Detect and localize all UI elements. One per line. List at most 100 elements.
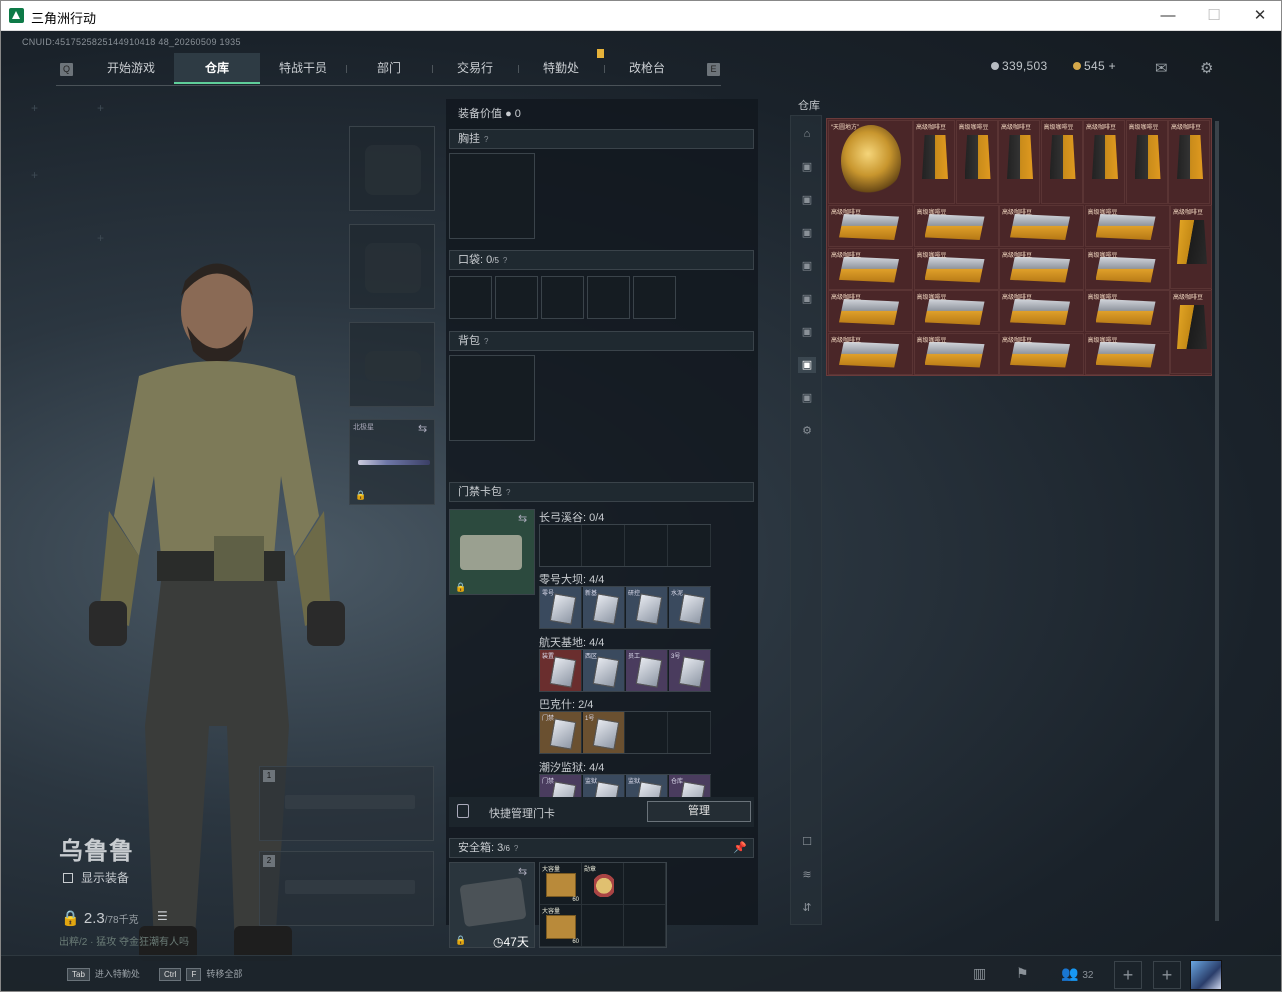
flag-icon[interactable]: ⚑ [1016, 965, 1029, 982]
warehouse-item-box[interactable]: 高级咖啡豆 [1084, 332, 1170, 375]
keycard[interactable]: 西区 [583, 650, 625, 691]
keycard[interactable]: 1号 [583, 712, 625, 753]
warehouse-item-box[interactable]: 高级咖啡豆 [999, 205, 1084, 247]
chest-rig-slot[interactable] [449, 153, 535, 239]
warehouse-item-box[interactable]: 高级咖啡豆 [828, 205, 913, 247]
warehouse-item-box[interactable]: 高级咖啡豆 [999, 332, 1084, 375]
keycard[interactable]: 装置 [540, 650, 582, 691]
list-icon[interactable]: ☰ [157, 909, 168, 923]
filter-tab-icon[interactable]: ▣ [798, 192, 816, 208]
maximize-button[interactable]: ☐ [1191, 1, 1237, 31]
keycard[interactable]: 新基 [583, 587, 625, 628]
safebox-item[interactable]: 勋章 [582, 863, 624, 905]
filter-tab-icon[interactable]: ▣ [798, 291, 816, 307]
enter-special-ops-hint[interactable]: Tab 进入特勤处 [67, 967, 140, 981]
warehouse-item-gyroscope[interactable]: “天圆地方” [828, 120, 913, 204]
warehouse-item-box[interactable]: 高级咖啡豆 [1084, 247, 1170, 290]
warehouse-item-box[interactable]: 高级咖啡豆 [1084, 290, 1170, 332]
settings-gear-icon[interactable]: ⚙ [798, 423, 816, 439]
melee-slot[interactable]: 北极星 ⇆ 🔒 [349, 419, 435, 505]
helmet-slot[interactable] [349, 126, 435, 211]
warehouse-item-coffee[interactable]: 高级咖啡豆 [1170, 290, 1212, 374]
cardcase-slot[interactable]: ⇆ 🔒 [449, 509, 535, 595]
keycard[interactable]: 研控 [626, 587, 668, 628]
safebox-empty-slot[interactable] [624, 863, 666, 905]
help-icon[interactable]: ? [506, 488, 510, 497]
settings-gear-icon[interactable]: ⚙ [1200, 59, 1213, 77]
stats-icon[interactable]: ▥ [973, 965, 986, 982]
mail-icon[interactable]: ✉ [1155, 59, 1168, 77]
filter-tab-icon[interactable]: ▣ [798, 159, 816, 175]
keycard[interactable]: 员工 [626, 650, 668, 691]
add-teammate-button[interactable]: + [1153, 961, 1181, 989]
tab-gunsmith[interactable]: 改枪台 [604, 53, 690, 84]
warehouse-item-box[interactable]: 高级咖啡豆 [828, 332, 913, 375]
pocket-slot[interactable] [633, 276, 676, 319]
keycard[interactable]: 零号 [540, 587, 582, 628]
checkbox[interactable] [63, 873, 73, 883]
tab-market[interactable]: 交易行 [432, 53, 518, 84]
warehouse-item-coffee[interactable]: 高级咖啡豆 [1040, 120, 1083, 204]
safebox-empty-slot[interactable] [624, 905, 666, 947]
keycard[interactable]: 3号 [669, 650, 711, 691]
empty-card-slot[interactable] [626, 525, 668, 566]
pin-icon[interactable]: 📌 [733, 839, 747, 857]
filter-tab-active-icon[interactable]: ▣ [798, 357, 816, 373]
primary-weapon-slot-2[interactable]: 2 [259, 851, 434, 926]
warehouse-item-coffee[interactable]: 高级咖啡豆 [1083, 120, 1125, 204]
warehouse-item-coffee[interactable]: 高级咖啡豆 [998, 120, 1040, 204]
pistol-slot[interactable] [349, 322, 435, 407]
nav-next-key-icon[interactable]: E [707, 63, 720, 76]
warehouse-item-box[interactable]: 高级咖啡豆 [828, 247, 913, 290]
add-currency-button[interactable]: + [1109, 59, 1116, 73]
help-icon[interactable]: ? [514, 844, 518, 853]
warehouse-item-box[interactable]: 高级咖啡豆 [913, 290, 999, 332]
warehouse-item-box[interactable]: 高级咖啡豆 [913, 205, 999, 247]
avatar[interactable] [1190, 960, 1222, 990]
pocket-slot[interactable] [541, 276, 584, 319]
empty-card-slot[interactable] [669, 525, 711, 566]
empty-card-slot[interactable] [626, 712, 668, 753]
warehouse-item-coffee[interactable]: 高级咖啡豆 [955, 120, 998, 204]
filter-tab-icon[interactable]: ▣ [798, 390, 816, 406]
filter-tab-icon[interactable]: ▣ [798, 324, 816, 340]
filter-tab-icon[interactable]: ▣ [798, 225, 816, 241]
safebox-slot[interactable]: ⇆ 🔒 ◷47天 [449, 862, 535, 949]
pocket-slot[interactable] [449, 276, 492, 319]
help-icon[interactable]: ? [484, 337, 488, 346]
tab-operators[interactable]: 特战干员 [260, 53, 346, 84]
tab-start-game[interactable]: 开始游戏 [88, 53, 174, 84]
tab-department[interactable]: 部门 [346, 53, 432, 84]
safebox-empty-slot[interactable] [582, 905, 624, 947]
help-icon[interactable]: ? [484, 135, 488, 144]
add-teammate-button[interactable]: + [1114, 961, 1142, 989]
sort-icon[interactable]: ⇵ [798, 900, 816, 916]
close-button[interactable]: ✕ [1237, 1, 1281, 31]
warehouse-item-box[interactable]: 高级咖啡豆 [1084, 205, 1170, 247]
pocket-slot[interactable] [587, 276, 630, 319]
swap-icon[interactable]: ⇆ [518, 512, 527, 525]
warehouse-item-coffee[interactable]: 高级咖啡豆 [1168, 120, 1210, 204]
warehouse-item-coffee[interactable]: 高级咖啡豆 [1170, 205, 1212, 289]
pocket-slot[interactable] [495, 276, 538, 319]
keycard[interactable]: 水泥 [669, 587, 711, 628]
help-icon[interactable]: ? [503, 256, 507, 265]
layers-icon[interactable]: ≋ [798, 867, 816, 883]
backpack-slot[interactable] [449, 355, 535, 441]
empty-card-slot[interactable] [540, 525, 582, 566]
tab-special-ops[interactable]: 特勤处 [518, 53, 604, 84]
tab-warehouse[interactable]: 仓库 [174, 53, 260, 84]
warehouse-item-coffee[interactable]: 高级咖啡豆 [913, 120, 955, 204]
friends-icon[interactable]: 👥 32 [1061, 965, 1093, 982]
filter-tab-icon[interactable]: ▣ [798, 258, 816, 274]
show-equipment-toggle[interactable]: 显示装备 [63, 869, 129, 886]
minimize-button[interactable]: — [1145, 1, 1191, 31]
helmet-filter-icon[interactable]: ⌂ [798, 126, 816, 142]
keycard[interactable]: 门禁 [540, 712, 582, 753]
warehouse-scrollbar[interactable] [1215, 121, 1219, 921]
empty-card-slot[interactable] [669, 712, 711, 753]
warehouse-item-box[interactable]: 高级咖啡豆 [828, 290, 913, 332]
swap-icon[interactable]: ⇆ [518, 865, 527, 878]
primary-weapon-slot-1[interactable]: 1 [259, 766, 434, 841]
armor-slot[interactable] [349, 224, 435, 309]
